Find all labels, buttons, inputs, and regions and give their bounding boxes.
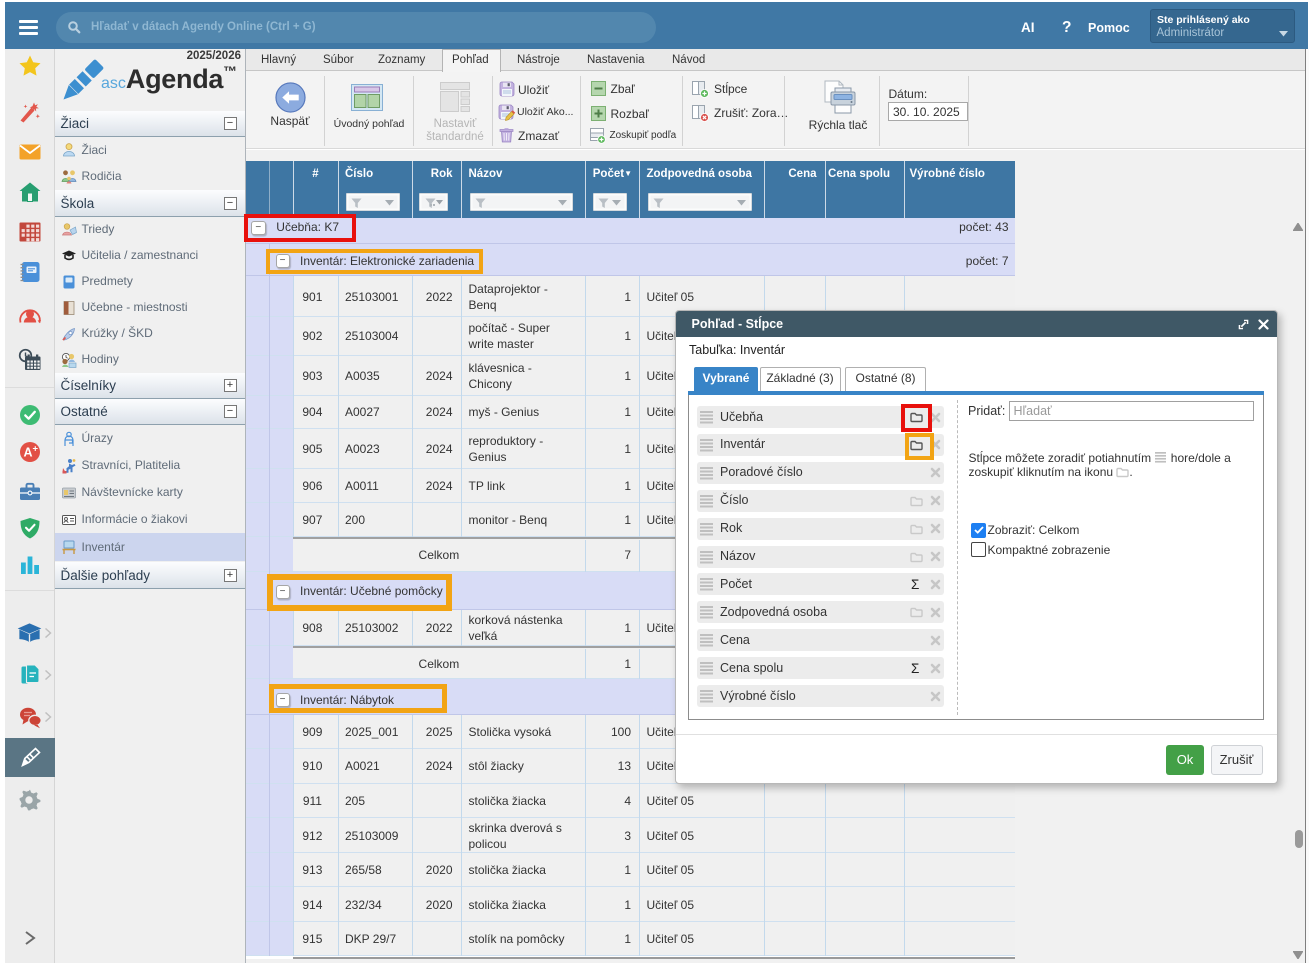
svg-text:+: + <box>32 444 38 455</box>
svg-text:A: A <box>23 446 32 460</box>
